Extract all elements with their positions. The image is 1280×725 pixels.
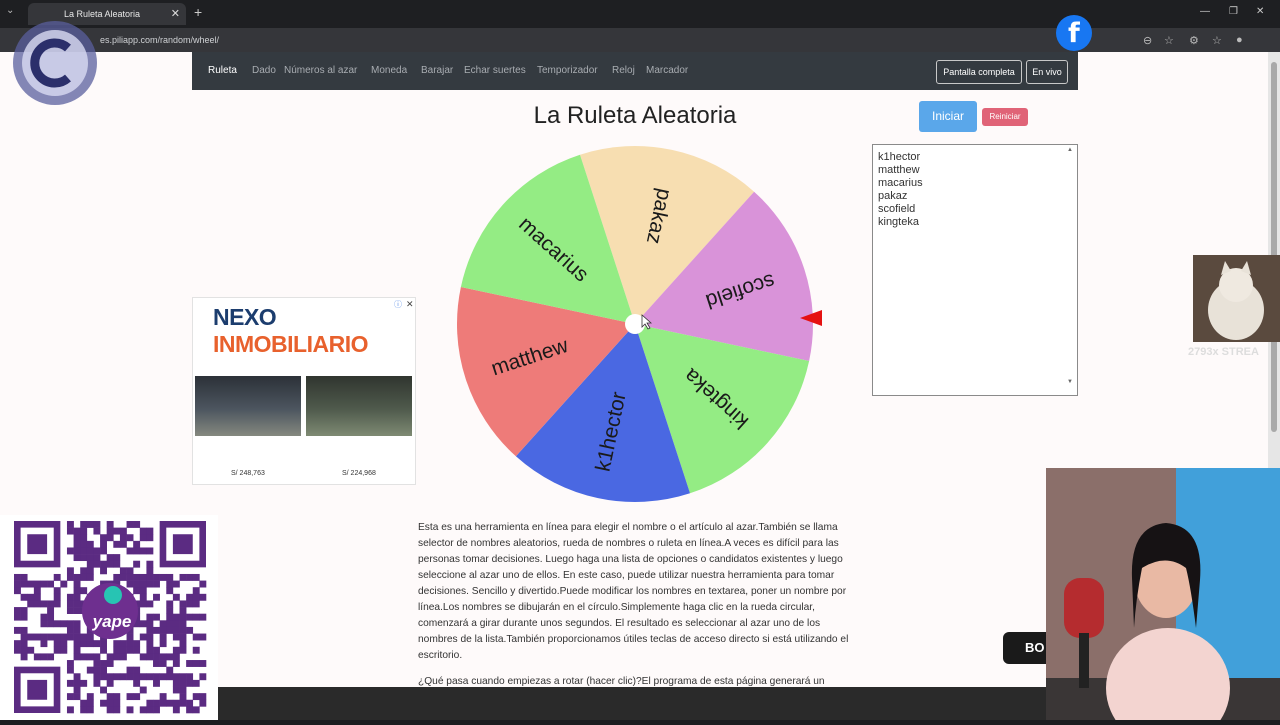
ad-logo: NEXO INMOBILIARIO bbox=[213, 304, 369, 357]
roulette-wheel[interactable]: pakazscofieldkingtekak1hectormatthewmaca… bbox=[450, 140, 830, 510]
yape-logo-text: yape bbox=[92, 612, 132, 631]
nav-dado[interactable]: Dado bbox=[252, 65, 276, 76]
nav-marcador[interactable]: Marcador bbox=[646, 65, 688, 76]
ad-image-left[interactable] bbox=[195, 376, 301, 436]
url-field[interactable]: es.piliapp.com/random/wheel/ bbox=[100, 32, 219, 48]
yape-qr-code: yape bbox=[0, 515, 218, 720]
scroll-down-icon[interactable]: ▼ bbox=[1067, 379, 1073, 385]
live-button[interactable]: En vivo bbox=[1026, 60, 1068, 84]
tab-list-icon[interactable]: ⌄ bbox=[6, 5, 14, 16]
name-line: macarius bbox=[878, 177, 923, 189]
ad-price-right: S/ 224,968 bbox=[342, 470, 376, 477]
cat-gif bbox=[1193, 255, 1280, 342]
description-text: Esta es una herramienta en línea para el… bbox=[418, 522, 849, 661]
page-title: La Ruleta Aleatoria bbox=[533, 102, 737, 129]
ad-price-left: S/ 248,763 bbox=[231, 470, 265, 477]
ad-banner[interactable]: ⓘ ✕ NEXO INMOBILIARIO S/ 248,763 S/ 224,… bbox=[192, 297, 416, 485]
nav-temporizador[interactable]: Temporizador bbox=[537, 65, 598, 76]
nav-reloj[interactable]: Reloj bbox=[612, 65, 635, 76]
scroll-up-icon[interactable]: ▲ bbox=[1067, 147, 1073, 153]
profile-icon[interactable]: ● bbox=[1236, 34, 1243, 46]
tab-close-icon[interactable]: ✕ bbox=[171, 3, 180, 25]
new-tab-icon[interactable]: + bbox=[194, 4, 202, 20]
nav-barajar[interactable]: Barajar bbox=[421, 65, 453, 76]
zoom-icon[interactable]: ⊖ bbox=[1143, 34, 1152, 47]
ad-image-right[interactable] bbox=[306, 376, 412, 436]
reset-button[interactable]: Reiniciar bbox=[982, 108, 1028, 126]
tab-title: La Ruleta Aleatoria bbox=[64, 9, 141, 19]
extensions-icon[interactable]: ⚙ bbox=[1189, 34, 1199, 47]
nav-moneda[interactable]: Moneda bbox=[371, 65, 407, 76]
star-icon[interactable]: ☆ bbox=[1164, 34, 1174, 47]
nav-numeros[interactable]: Números al azar bbox=[284, 65, 357, 76]
maximize-icon[interactable]: ❐ bbox=[1229, 6, 1238, 17]
webcam-overlay bbox=[1046, 468, 1280, 725]
channel-logo bbox=[13, 21, 97, 105]
names-textarea[interactable]: ▲ k1hector matthew macarius pakaz scofie… bbox=[872, 144, 1078, 396]
site-navbar: Ruleta Dado Números al azar Moneda Baraj… bbox=[192, 52, 1078, 90]
favorites-icon[interactable]: ☆ bbox=[1212, 34, 1222, 47]
name-line: matthew bbox=[878, 164, 920, 176]
overlay-badge: BO bbox=[1003, 632, 1051, 664]
scrollbar-thumb[interactable] bbox=[1271, 62, 1277, 432]
nav-echar-suertes[interactable]: Echar suertes bbox=[464, 65, 526, 76]
start-button[interactable]: Iniciar bbox=[919, 101, 977, 132]
nav-ruleta[interactable]: Ruleta bbox=[208, 65, 237, 76]
streak-label: 2793x STREA bbox=[1188, 346, 1259, 358]
minimize-icon[interactable]: — bbox=[1200, 6, 1210, 17]
name-line: k1hector bbox=[878, 151, 921, 163]
name-line: pakaz bbox=[878, 190, 908, 202]
facebook-icon: f bbox=[1056, 15, 1092, 51]
name-line: scofield bbox=[878, 203, 916, 215]
name-line: kingteka bbox=[878, 216, 919, 228]
description-text-2: ¿Qué pasa cuando empiezas a rotar (hacer… bbox=[418, 676, 825, 687]
close-window-icon[interactable]: ✕ bbox=[1256, 6, 1264, 17]
fullscreen-button[interactable]: Pantalla completa bbox=[936, 60, 1022, 84]
